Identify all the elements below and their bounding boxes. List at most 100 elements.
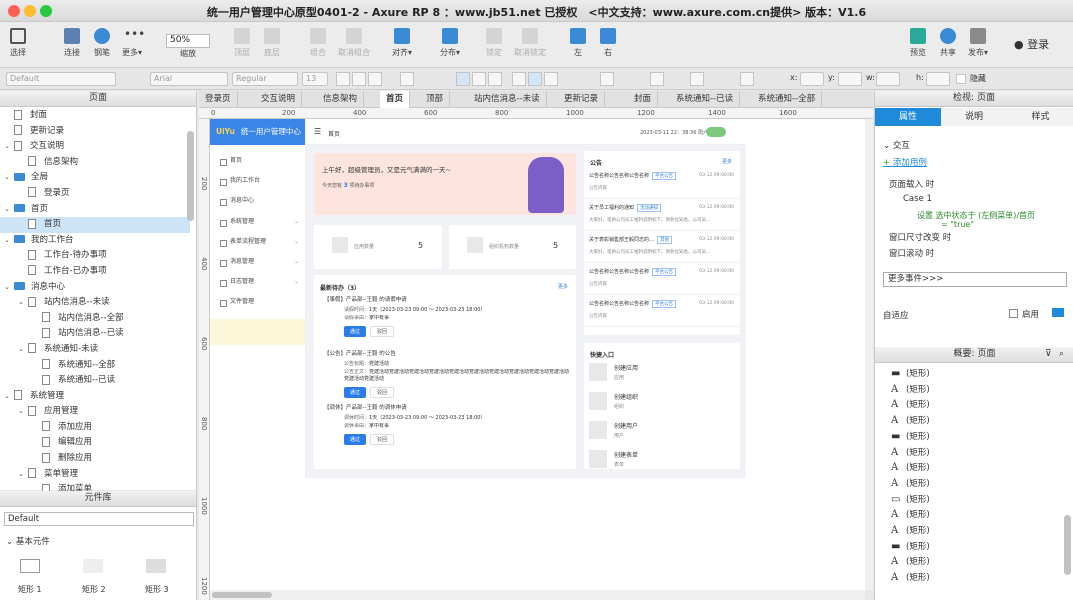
menu-item[interactable]: 表单流程管理 ⌄ bbox=[210, 232, 305, 252]
notice-item[interactable]: 关于员工福利的通知 活动通知 03-12 09:00:00 大家好，现将公司员工福利说… bbox=[584, 199, 740, 231]
page-tree-item[interactable]: 首页 bbox=[0, 217, 190, 233]
canvas-vscroll[interactable] bbox=[865, 119, 873, 590]
event-item[interactable]: 窗口尺寸改变 时 bbox=[889, 231, 951, 243]
page-tree-item[interactable]: 站内信消息--已读 bbox=[0, 326, 190, 342]
tab-5[interactable]: 站内信消息--未读 bbox=[468, 91, 547, 108]
page-tree-item[interactable]: 工作台-已办事项 bbox=[0, 264, 190, 280]
tab-9[interactable]: 系统通知--全部 bbox=[752, 91, 823, 108]
outline-item[interactable]: A (矩形) bbox=[891, 460, 930, 476]
tab-6[interactable]: 更新记录 bbox=[558, 91, 606, 108]
align-left-button[interactable]: 左 bbox=[570, 28, 586, 58]
arrow-style-button[interactable] bbox=[740, 72, 754, 86]
expand-arrow-icon[interactable]: ⌄ bbox=[4, 139, 14, 155]
page-tree-item[interactable]: 编辑应用 bbox=[0, 435, 190, 451]
ungroup-button[interactable]: 取消组合 bbox=[338, 28, 370, 58]
align-right-button[interactable]: 右 bbox=[600, 28, 616, 58]
expand-arrow-icon[interactable]: ⌄ bbox=[4, 170, 14, 186]
underline-button[interactable] bbox=[368, 72, 382, 86]
valign-middle-button[interactable] bbox=[528, 72, 542, 86]
notice-item[interactable]: 公告名称公告名称公告名称 平台公告 03-12 09:00:00 公告内容 bbox=[584, 295, 740, 327]
outline-item[interactable]: A (矩形) bbox=[891, 570, 930, 586]
align-center-text-button[interactable] bbox=[472, 72, 486, 86]
library-group[interactable]: ⌄ 基本元件 bbox=[6, 535, 50, 547]
select-tool[interactable]: 选择 bbox=[10, 28, 26, 58]
page-tree-item[interactable]: ⌄ 应用管理 bbox=[0, 404, 190, 420]
menu-item[interactable]: 文件管理 bbox=[210, 292, 305, 312]
lock-button[interactable]: 锁定 bbox=[486, 28, 502, 58]
expand-arrow-icon[interactable]: ⌄ bbox=[18, 295, 28, 311]
approve-button[interactable]: 通过 bbox=[344, 387, 367, 398]
rect3-widget[interactable] bbox=[146, 559, 166, 573]
group-button[interactable]: 组合 bbox=[310, 28, 326, 58]
expand-arrow-icon[interactable]: ⌄ bbox=[4, 202, 14, 218]
outline-item[interactable]: A (矩形) bbox=[891, 507, 930, 523]
quick-entry[interactable]: 创建组织 组织 bbox=[584, 390, 740, 416]
rect2-widget[interactable] bbox=[83, 559, 103, 573]
pen-tool[interactable]: 钢笔 bbox=[94, 28, 110, 58]
tab-2[interactable]: 信息架构 bbox=[317, 91, 365, 108]
tab-3[interactable]: 首页 bbox=[380, 91, 411, 108]
tab-1[interactable]: 交互说明 bbox=[255, 91, 303, 108]
tab-notes[interactable]: 说明 bbox=[941, 108, 1007, 126]
notice-more-link[interactable]: 更多 bbox=[722, 158, 732, 165]
menu-item[interactable]: 消息中心 bbox=[210, 191, 305, 211]
expand-arrow-icon[interactable]: ⌄ bbox=[4, 233, 14, 249]
line-color-button[interactable] bbox=[650, 72, 664, 86]
expand-arrow-icon[interactable]: ⌄ bbox=[18, 467, 28, 483]
valign-top-button[interactable] bbox=[512, 72, 526, 86]
notice-item[interactable]: 关于表彰销售部王毅同志的… 其他 03-12 09:00:00 大家好，现将公司员工福… bbox=[584, 231, 740, 263]
outline-item[interactable]: ▬ (矩形) bbox=[891, 539, 930, 555]
tab-style[interactable]: 样式 bbox=[1007, 108, 1073, 126]
page-tree-item[interactable]: 系统通知--全部 bbox=[0, 358, 190, 374]
outline-item[interactable]: A (矩形) bbox=[891, 523, 930, 539]
adaptive-checkbox[interactable] bbox=[1009, 309, 1018, 318]
quick-entry[interactable]: 创建用户 用户 bbox=[584, 419, 740, 445]
canvas-hscroll[interactable] bbox=[210, 590, 865, 600]
menu-item[interactable]: 我的工作台 bbox=[210, 171, 305, 191]
menu-item[interactable]: 首页 bbox=[210, 151, 305, 171]
more-events-select[interactable]: 更多事件>>> bbox=[883, 272, 1067, 287]
more-tools-button[interactable]: ••• 更多▾ bbox=[122, 28, 145, 58]
align-right-text-button[interactable] bbox=[488, 72, 502, 86]
expand-arrow-icon[interactable]: ⌄ bbox=[4, 280, 14, 296]
menu-item[interactable]: 日志管理 ⌄ bbox=[210, 272, 305, 292]
tab-8[interactable]: 系统通知--已读 bbox=[670, 91, 741, 108]
pages-scrollbar[interactable] bbox=[187, 131, 194, 221]
reject-button[interactable]: 驳回 bbox=[370, 326, 395, 337]
font-color-button[interactable] bbox=[400, 72, 414, 86]
zoom-control[interactable]: 50% 缩放 bbox=[166, 34, 210, 59]
hide-checkbox[interactable] bbox=[956, 74, 966, 84]
quick-entry[interactable]: 创建应用 应用 bbox=[584, 361, 740, 387]
menu-item[interactable]: 消息管理 ⌄ bbox=[210, 252, 305, 272]
outline-scrollbar[interactable] bbox=[1064, 515, 1071, 575]
page-tree-item[interactable]: ⌄ 首页 bbox=[0, 202, 190, 218]
search-icon[interactable]: ⌕ bbox=[1059, 349, 1064, 359]
page-tree-item[interactable]: 登录页 bbox=[0, 186, 190, 202]
outline-item[interactable]: A (矩形) bbox=[891, 554, 930, 570]
outline-item[interactable]: ▭ (矩形) bbox=[891, 492, 930, 508]
menu-item[interactable]: 系统管理 ⌄ bbox=[210, 212, 305, 232]
avatar[interactable] bbox=[706, 127, 726, 137]
page-tree-item[interactable]: ⌄ 站内信消息--未读 bbox=[0, 295, 190, 311]
menu-toggle-icon[interactable]: ☰ bbox=[314, 127, 321, 136]
share-button[interactable]: 共享 bbox=[940, 28, 956, 58]
unlock-button[interactable]: 取消锁定 bbox=[514, 28, 546, 58]
add-case-link[interactable]: + 添加用例 bbox=[883, 156, 927, 168]
y-input[interactable] bbox=[838, 72, 862, 86]
filter-icon[interactable]: ⊽ bbox=[1045, 349, 1052, 359]
page-tree-item[interactable]: 更新记录 bbox=[0, 124, 190, 140]
page-tree-item[interactable]: ⌄ 系统通知-未读 bbox=[0, 342, 190, 358]
design-canvas[interactable]: UiYu 统一用户管理中心 首页 我的工作台 消息中心 系统管理 ⌄ 表单流程管理 ⌄ 消息管理… bbox=[210, 119, 865, 590]
weight-select[interactable]: Regular bbox=[232, 72, 298, 86]
connect-tool[interactable]: 连接 bbox=[64, 28, 80, 58]
style-select[interactable]: Default bbox=[6, 72, 116, 86]
tab-7[interactable]: 封面 bbox=[628, 91, 659, 108]
outline-item[interactable]: A (矩形) bbox=[891, 476, 930, 492]
expand-arrow-icon[interactable]: ⌄ bbox=[4, 389, 14, 405]
outline-item[interactable]: A (矩形) bbox=[891, 397, 930, 413]
align-button[interactable]: 对齐▾ bbox=[392, 28, 412, 58]
tab-4[interactable]: 顶部 bbox=[420, 91, 451, 108]
outline-item[interactable]: A (矩形) bbox=[891, 382, 930, 398]
page-tree-item[interactable]: ⌄ 消息中心 bbox=[0, 280, 190, 296]
send-bottom-button[interactable]: 底层 bbox=[264, 28, 280, 58]
